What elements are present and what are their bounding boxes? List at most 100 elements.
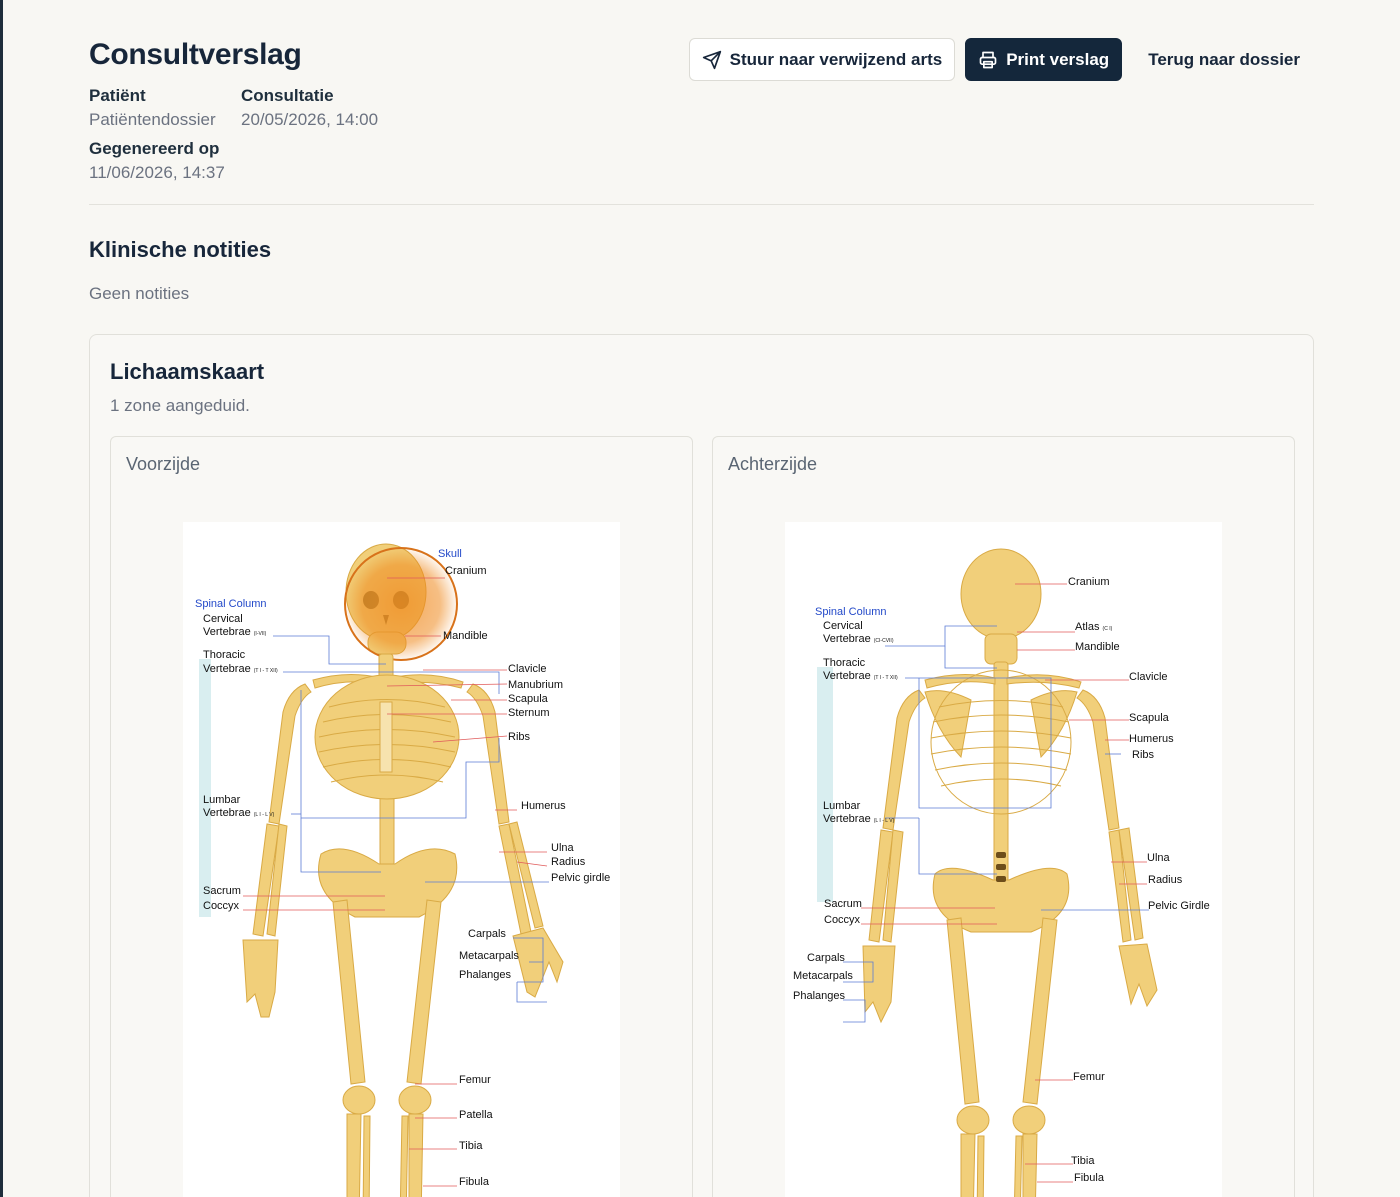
generated-label: Gegenereerd op — [89, 139, 220, 158]
header-actions: Stuur naar verwijzend arts Print verslag… — [688, 38, 1314, 81]
back-spine-band — [817, 667, 833, 902]
front-view-label: Voorzijde — [126, 454, 201, 474]
label-humerus: Humerus — [521, 800, 566, 812]
label-cervical-vert: Vertebrae — [203, 626, 251, 638]
back-label-pelvic-girdle: Pelvic Girdle — [1148, 900, 1210, 912]
back-label-cervical-range: (CI-CVII) — [874, 638, 894, 644]
body-map-summary: 1 zone aangeduid. — [110, 396, 250, 415]
patient-label: Patiënt — [89, 86, 146, 105]
label-skull: Skull — [438, 548, 462, 560]
label-lumbar: Lumbar — [203, 794, 241, 806]
back-label-tibia: Tibia — [1071, 1155, 1095, 1167]
back-label-carpals: Carpals — [807, 952, 845, 964]
label-coccyx: Coccyx — [203, 900, 240, 912]
back-label-humerus: Humerus — [1129, 733, 1174, 745]
back-label-cervical-vertebrae: Vertebrae (CI-CVII) — [823, 633, 894, 645]
back-to-record-button[interactable]: Terug naar dossier — [1134, 38, 1314, 81]
front-skeleton-diagram[interactable]: Skull Cranium Spinal Column Cervical Ver… — [183, 522, 620, 1197]
label-thoracic-vertebrae: Vertebrae (T I - T XII) — [203, 663, 278, 675]
back-skeleton-diagram[interactable]: Cranium Spinal Column Cervical Vertebrae… — [785, 522, 1222, 1197]
back-label-thoracic-vertebrae: Vertebrae (T I - T XII) — [823, 670, 898, 682]
back-button-label: Terug naar dossier — [1148, 49, 1300, 69]
generated-value: 11/06/2026, 14:37 — [89, 163, 225, 182]
label-manubrium: Manubrium — [508, 679, 563, 691]
consult-value: 20/05/2026, 14:00 — [241, 110, 379, 129]
send-to-referrer-button[interactable]: Stuur naar verwijzend arts — [688, 38, 956, 81]
back-label-spinal-column: Spinal Column — [815, 606, 887, 618]
label-ulna: Ulna — [551, 842, 575, 854]
consult-label: Consultatie — [241, 86, 334, 105]
body-map-title: Lichaamskaart — [110, 359, 265, 384]
page-title: Consultverslag — [89, 38, 302, 71]
back-label-clavicle: Clavicle — [1129, 671, 1168, 683]
back-view-panel: Achterzijde Cranium Spinal Column Cervic… — [712, 436, 1295, 1197]
label-radius: Radius — [551, 856, 586, 868]
back-label-thoracic-range: (T I - T XII) — [874, 675, 898, 681]
label-spinal-column: Spinal Column — [195, 598, 267, 610]
label-thoracic-range: (T I - T XII) — [254, 668, 278, 674]
label-sternum: Sternum — [508, 707, 550, 719]
clinical-notes-empty: Geen notities — [89, 284, 190, 303]
label-pelvic-girdle: Pelvic girdle — [551, 872, 610, 884]
label-cervical: Cervical — [203, 613, 243, 625]
print-button-label: Print verslag — [1006, 49, 1110, 69]
label-mandible: Mandible — [443, 630, 488, 642]
label-femur: Femur — [459, 1074, 491, 1086]
back-label-coccyx: Coccyx — [824, 914, 861, 926]
front-skeleton-svg: Skull Cranium Spinal Column Cervical Ver… — [195, 543, 610, 1197]
back-label-scapula: Scapula — [1129, 712, 1170, 724]
back-label-cervical: Cervical — [823, 620, 863, 632]
back-label-cranium: Cranium — [1068, 576, 1110, 588]
back-scapula-right — [1030, 690, 1078, 759]
back-label-lumbar-vertebrae: Vertebrae (L I - L V) — [823, 813, 895, 825]
back-label-fibula: Fibula — [1074, 1172, 1105, 1184]
back-label-atlas: Atlas (C I) — [1075, 621, 1113, 633]
front-view-panel: Voorzijde Skull Cranium Spinal Column Ce… — [110, 436, 693, 1197]
label-carpals: Carpals — [468, 928, 506, 940]
label-scapula: Scapula — [508, 693, 549, 705]
label-thoracic-vert: Vertebrae — [203, 663, 251, 675]
send-icon — [702, 50, 721, 69]
back-label-lumbar: Lumbar — [823, 800, 861, 812]
back-label-thoracic: Thoracic — [823, 657, 866, 669]
label-cervical-range: (I-VII) — [254, 631, 267, 637]
back-label-atlas-name: Atlas — [1075, 621, 1100, 633]
label-thoracic: Thoracic — [203, 649, 246, 661]
label-patella: Patella — [459, 1109, 494, 1121]
label-lumbar-range: (L I - L V) — [254, 812, 275, 818]
back-label-phalanges: Phalanges — [793, 990, 845, 1002]
back-label-femur: Femur — [1073, 1071, 1105, 1083]
window-edge — [0, 0, 3, 1197]
clinical-notes-title: Klinische notities — [89, 237, 272, 262]
label-cervical-vertebrae: Vertebrae (I-VII) — [203, 626, 267, 638]
label-clavicle: Clavicle — [508, 663, 547, 675]
label-tibia: Tibia — [459, 1140, 483, 1152]
front-femur-left — [332, 899, 366, 1085]
back-label-lumbar-range: (L I - L V) — [874, 818, 895, 824]
back-label-radius: Radius — [1148, 874, 1183, 886]
label-lumbar-vertebrae: Vertebrae (L I - L V) — [203, 807, 275, 819]
back-skull — [960, 548, 1042, 640]
back-label-atlas-sub: (C I) — [1103, 626, 1113, 632]
back-label-lumbar-vert: Vertebrae — [823, 813, 871, 825]
report-header: Consultverslag Patiënt Patiëntendossier … — [89, 0, 1314, 205]
report-page: Consultverslag Patiënt Patiëntendossier … — [89, 0, 1314, 1197]
back-label-sacrum: Sacrum — [824, 898, 862, 910]
back-skeleton-svg: Cranium Spinal Column Cervical Vertebrae… — [793, 548, 1210, 1197]
back-label-ribs: Ribs — [1132, 749, 1155, 761]
patient-value: Patiëntendossier — [89, 110, 216, 129]
spine-band — [199, 659, 211, 917]
send-button-label: Stuur naar verwijzend arts — [729, 49, 943, 69]
back-label-cervical-vert: Vertebrae — [823, 633, 871, 645]
label-sacrum: Sacrum — [203, 885, 241, 897]
printer-icon — [979, 51, 997, 68]
back-scapula-left — [924, 690, 972, 759]
label-phalanges: Phalanges — [459, 969, 511, 981]
print-report-button[interactable]: Print verslag — [965, 38, 1123, 81]
body-map-card: Lichaamskaart 1 zone aangeduid. Voorzijd… — [89, 334, 1314, 1197]
front-femur-right — [406, 899, 442, 1085]
label-fibula: Fibula — [459, 1176, 490, 1188]
label-lumbar-vert: Vertebrae — [203, 807, 251, 819]
label-metacarpals: Metacarpals — [459, 950, 519, 962]
back-label-metacarpals: Metacarpals — [793, 970, 853, 982]
